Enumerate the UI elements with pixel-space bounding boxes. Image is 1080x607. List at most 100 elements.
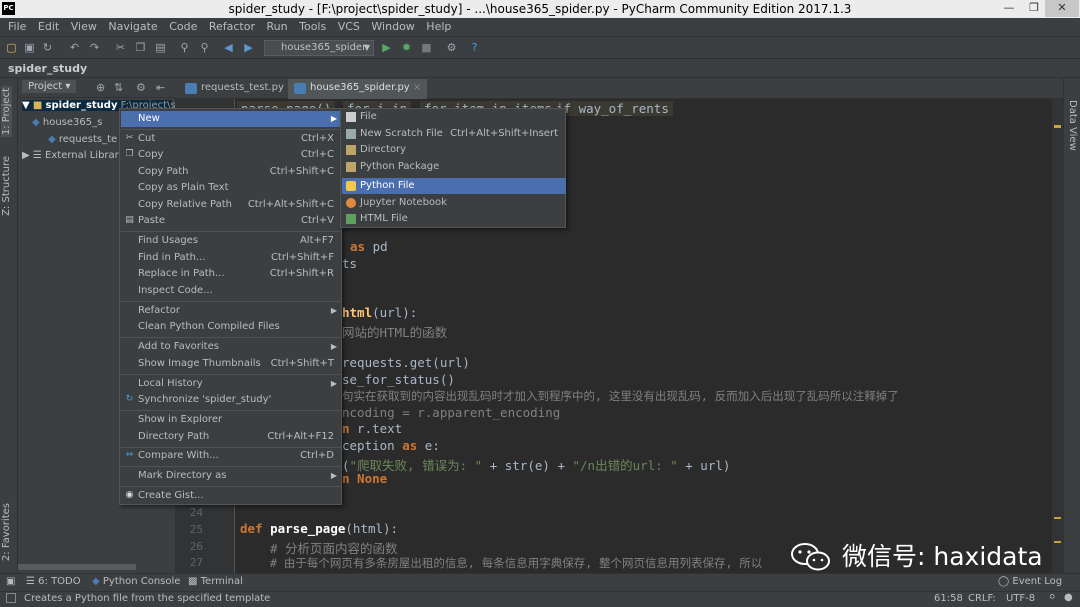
tree-item-house365[interactable]: ◆ house365_s — [32, 117, 102, 128]
inspector-icon[interactable]: ● — [1064, 592, 1073, 603]
run-icon[interactable]: ▶ — [380, 42, 393, 54]
run-config-select[interactable]: house365_spider ▼ — [264, 40, 374, 56]
code-comment[interactable]: 句实在获取到的内容出现乱码时才加入到程序中的, 这里没有出现乱码, 反而加入后出… — [342, 388, 899, 404]
menu-item-synchronize[interactable]: ↻ Synchronize 'spider_study' — [121, 392, 342, 408]
tab-structure[interactable]: Z: Structure — [1, 156, 12, 216]
open-folder-icon[interactable]: ▢ — [5, 42, 18, 54]
help-icon[interactable]: ? — [468, 42, 481, 54]
code-line[interactable]: ception as e: — [342, 438, 440, 453]
menu-item-add-favorites[interactable]: Add to Favorites ▶ — [121, 339, 342, 355]
menu-edit[interactable]: Edit — [35, 18, 62, 35]
tree-item-requests[interactable]: ◆ requests_te — [48, 134, 117, 145]
error-stripe-marker[interactable] — [1054, 517, 1061, 519]
cut-icon[interactable]: ✂ — [114, 42, 127, 54]
tab-project[interactable]: 1: Project — [1, 86, 12, 138]
code-line[interactable]: requests.get(url) — [342, 355, 470, 370]
lock-icon[interactable]: ⚪ — [1048, 592, 1056, 603]
menu-item-show-explorer[interactable]: Show in Explorer — [121, 412, 342, 428]
close-icon[interactable]: × — [413, 82, 421, 93]
menu-item-find-in-path[interactable]: Find in Path... Ctrl+Shift+F — [121, 250, 342, 266]
menu-item-create-gist[interactable]: ◉ Create Gist... — [121, 488, 342, 504]
locate-icon[interactable]: ⊕ — [96, 81, 105, 94]
code-line[interactable]: ("爬取失败, 错误为: " + str(e) + "/n出错的url: " +… — [342, 455, 730, 474]
maximize-button[interactable]: ❐ — [1020, 0, 1048, 17]
error-stripe-marker[interactable] — [1054, 125, 1061, 128]
redo-icon[interactable]: ↷ — [88, 42, 101, 54]
menu-window[interactable]: Window — [368, 18, 417, 35]
status-toggle-icon[interactable] — [6, 593, 16, 603]
menu-refactor[interactable]: Refactor — [206, 18, 258, 35]
submenu-item-jupyter[interactable]: Jupyter Notebook — [342, 195, 566, 211]
submenu-item-file[interactable]: File — [342, 109, 566, 125]
tab-favorites[interactable]: 2: Favorites — [1, 503, 12, 561]
menu-item-directory-path[interactable]: Directory Path Ctrl+Alt+F12 — [121, 429, 342, 445]
code-comment[interactable]: ncoding = r.apparent_encoding — [342, 405, 560, 420]
menu-item-copy-plain[interactable]: Copy as Plain Text — [121, 180, 342, 196]
submenu-item-html[interactable]: HTML File — [342, 211, 566, 227]
paste-icon[interactable]: ▤ — [154, 42, 167, 54]
tab-python-console[interactable]: ◆ Python Console — [92, 576, 180, 587]
menu-item-copy[interactable]: ❐ Copy Ctrl+C — [121, 147, 342, 163]
project-view-selector[interactable]: Project ▾ — [22, 80, 77, 93]
line-separator[interactable]: CRLF: — [968, 593, 996, 604]
horizontal-scrollbar[interactable] — [18, 564, 136, 570]
back-icon[interactable]: ◀ — [222, 42, 235, 54]
collapse-icon[interactable]: ⇅ — [114, 81, 123, 94]
menu-code[interactable]: Code — [166, 18, 200, 35]
menu-item-copy-relative[interactable]: Copy Relative Path Ctrl+Alt+Shift+C — [121, 197, 342, 213]
layout-icon[interactable]: ▣ — [6, 576, 15, 587]
menu-item-paste[interactable]: ▤ Paste Ctrl+V — [121, 213, 342, 229]
menu-item-clean-compiled[interactable]: Clean Python Compiled Files — [121, 319, 342, 335]
save-icon[interactable]: ▣ — [23, 42, 36, 54]
menu-run[interactable]: Run — [264, 18, 291, 35]
caret-position[interactable]: 61:58 — [934, 593, 963, 604]
tab-event-log[interactable]: ◯ Event Log — [998, 576, 1062, 587]
forward-icon[interactable]: ▶ — [242, 42, 255, 54]
code-comment[interactable]: 网站的HTML的函数 — [342, 322, 447, 341]
stop-icon[interactable]: ■ — [420, 42, 433, 54]
submenu-item-python-file[interactable]: Python File — [342, 178, 566, 194]
menu-item-find-usages[interactable]: Find Usages Alt+F7 — [121, 233, 342, 249]
submenu-item-python-package[interactable]: Python Package — [342, 159, 566, 175]
menu-item-new[interactable]: New ▶ — [121, 111, 342, 127]
gear-icon[interactable]: ⚙ — [136, 81, 146, 94]
menu-vcs[interactable]: VCS — [335, 18, 363, 35]
code-line[interactable]: se_for_status() — [342, 372, 455, 387]
copy-icon[interactable]: ❐ — [134, 42, 147, 54]
menu-item-refactor[interactable]: Refactor ▶ — [121, 303, 342, 319]
tab-terminal[interactable]: ▩ Terminal — [188, 576, 243, 587]
code-line[interactable]: html(url): — [342, 305, 417, 320]
settings-icon[interactable]: ⚙ — [445, 42, 458, 54]
menu-file[interactable]: File — [5, 18, 29, 35]
debug-icon[interactable]: ✹ — [400, 42, 413, 54]
menu-item-inspect-code[interactable]: Inspect Code... — [121, 283, 342, 299]
code-line[interactable]: n None — [342, 471, 387, 486]
menu-item-local-history[interactable]: Local History ▶ — [121, 376, 342, 392]
close-button[interactable]: ✕ — [1045, 0, 1079, 17]
menu-item-mark-directory[interactable]: Mark Directory as ▶ — [121, 468, 342, 484]
undo-icon[interactable]: ↶ — [68, 42, 81, 54]
tab-house365-spider[interactable]: house365_spider.py × — [288, 79, 428, 99]
tree-item-external-libraries[interactable]: ▶ ☰ External Librari — [22, 150, 122, 161]
menu-item-replace-in-path[interactable]: Replace in Path... Ctrl+Shift+R — [121, 266, 342, 282]
code-line[interactable]: as pd — [350, 239, 388, 254]
hide-icon[interactable]: ⇤ — [156, 81, 165, 94]
menu-help[interactable]: Help — [423, 18, 454, 35]
menu-navigate[interactable]: Navigate — [105, 18, 160, 35]
minimize-button[interactable]: — — [995, 0, 1023, 17]
code-line[interactable]: def parse_page(html): — [240, 521, 398, 536]
menu-view[interactable]: View — [68, 18, 100, 35]
tab-data-view[interactable]: Data View — [1067, 100, 1078, 151]
menu-tools[interactable]: Tools — [296, 18, 329, 35]
tab-todo[interactable]: ☰ 6: TODO — [26, 576, 81, 587]
find-icon[interactable]: ⚲ — [178, 42, 191, 54]
scope-crumb[interactable]: if way_of_rents — [552, 101, 673, 116]
menu-item-copy-path[interactable]: Copy Path Ctrl+Shift+C — [121, 164, 342, 180]
code-line[interactable]: ts — [342, 256, 357, 271]
menu-item-image-thumbnails[interactable]: Show Image Thumbnails Ctrl+Shift+T — [121, 356, 342, 372]
submenu-item-directory[interactable]: Directory — [342, 142, 566, 158]
code-comment[interactable]: # 由于每个网页有多条房屋出租的信息, 每条信息用字典保存, 整个网页信息用列表… — [270, 555, 762, 571]
tab-requests-test[interactable]: requests_test.py × — [179, 79, 301, 99]
menu-item-compare-with[interactable]: ⇔ Compare With... Ctrl+D — [121, 448, 342, 464]
file-encoding[interactable]: UTF-8 — [1006, 593, 1035, 604]
